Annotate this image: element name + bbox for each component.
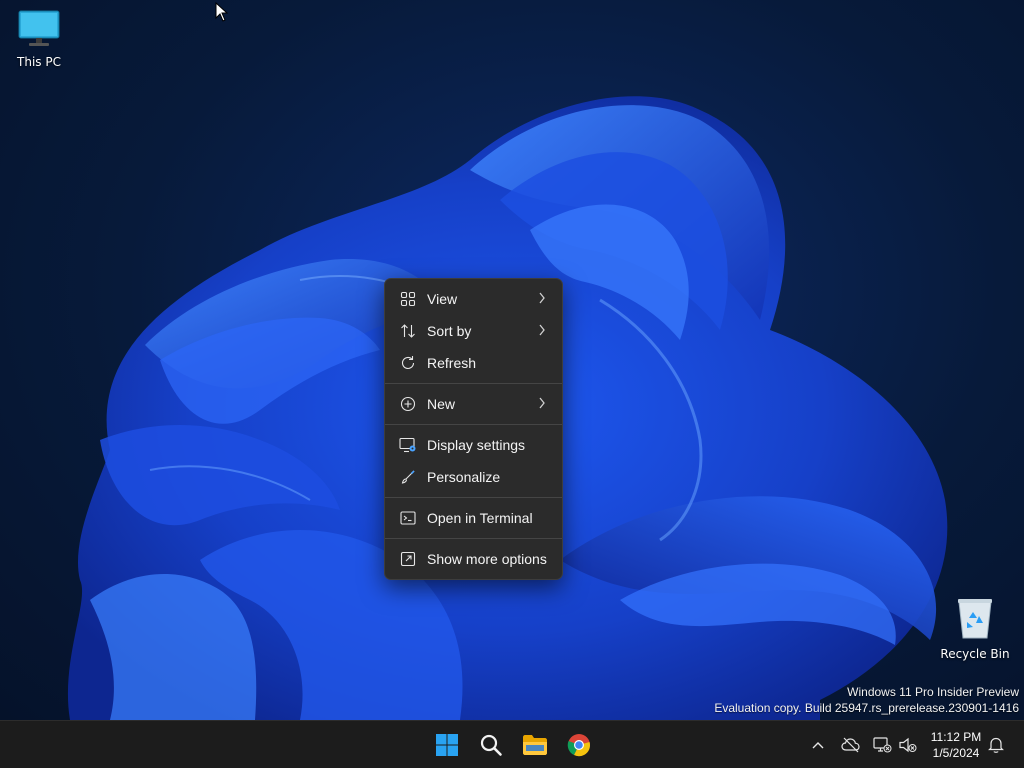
desktop-icon-label: This PC <box>17 55 61 69</box>
desktop-context-menu: View Sort by Refresh New Display setting… <box>384 278 563 580</box>
menu-separator <box>385 538 562 539</box>
network-status-button[interactable] <box>872 735 892 755</box>
refresh-icon <box>399 354 417 372</box>
menu-item-display-settings[interactable]: Display settings <box>385 429 562 461</box>
show-hidden-icons-button[interactable] <box>808 735 828 755</box>
start-button[interactable] <box>431 729 463 761</box>
terminal-icon <box>399 509 417 527</box>
menu-item-view[interactable]: View <box>385 283 562 315</box>
chevron-right-icon <box>539 397 545 409</box>
menu-separator <box>385 497 562 498</box>
menu-separator <box>385 424 562 425</box>
plus-circle-icon <box>399 395 417 413</box>
mouse-cursor-icon <box>215 2 229 22</box>
menu-item-sort-by[interactable]: Sort by <box>385 315 562 347</box>
volume-muted-icon <box>899 737 917 753</box>
menu-item-personalize[interactable]: Personalize <box>385 461 562 493</box>
desktop-icon-label: Recycle Bin <box>940 647 1010 661</box>
display-settings-icon <box>399 436 417 454</box>
brush-icon <box>399 468 417 486</box>
menu-item-open-in-terminal[interactable]: Open in Terminal <box>385 502 562 534</box>
menu-item-label: Personalize <box>427 469 501 485</box>
bell-icon <box>988 737 1004 753</box>
menu-item-label: Sort by <box>427 323 472 339</box>
desktop-icon-recycle-bin[interactable]: Recycle Bin <box>937 596 1013 661</box>
desktop-icon-this-pc[interactable]: This PC <box>1 8 77 69</box>
monitor-icon <box>18 10 60 46</box>
menu-item-label: Show more options <box>427 551 547 567</box>
taskbar: 11:12 PM 1/5/2024 <box>0 720 1024 768</box>
menu-item-label: New <box>427 396 456 412</box>
menu-item-label: Refresh <box>427 355 477 371</box>
chevron-right-icon <box>539 292 545 304</box>
clock-date: 1/5/2024 <box>932 746 980 760</box>
menu-separator <box>385 383 562 384</box>
search-icon <box>480 734 502 756</box>
windows-start-icon <box>436 734 458 756</box>
file-explorer-button[interactable] <box>519 729 551 761</box>
network-disconnected-icon <box>873 737 892 753</box>
watermark-line-1: Windows 11 Pro Insider Preview <box>847 685 1019 699</box>
chrome-icon <box>567 734 590 757</box>
taskbar-clock[interactable]: 11:12 PM 1/5/2024 <box>928 729 984 761</box>
search-button[interactable] <box>475 729 507 761</box>
onedrive-status-button[interactable] <box>841 735 861 755</box>
chevron-right-icon <box>539 324 545 336</box>
recycle-bin-icon <box>958 599 992 639</box>
menu-item-new[interactable]: New <box>385 388 562 420</box>
watermark-line-2: Evaluation copy. Build 25947.rs_prerelea… <box>714 701 1019 715</box>
menu-item-label: Display settings <box>427 437 526 453</box>
grid-icon <box>399 290 417 308</box>
sort-icon <box>399 322 417 340</box>
menu-item-refresh[interactable]: Refresh <box>385 347 562 379</box>
menu-item-show-more-options[interactable]: Show more options <box>385 543 562 575</box>
chrome-button[interactable] <box>563 729 595 761</box>
build-watermark: Windows 11 Pro Insider Preview Evaluatio… <box>714 684 1019 716</box>
menu-item-label: Open in Terminal <box>427 510 533 526</box>
volume-button[interactable] <box>898 735 918 755</box>
notifications-button[interactable] <box>986 735 1006 755</box>
menu-item-label: View <box>427 291 458 307</box>
clock-time: 11:12 PM <box>930 730 982 744</box>
cloud-offline-icon <box>841 737 860 753</box>
folder-icon <box>523 735 547 755</box>
chevron-up-icon <box>812 742 824 749</box>
more-options-icon <box>399 550 417 568</box>
